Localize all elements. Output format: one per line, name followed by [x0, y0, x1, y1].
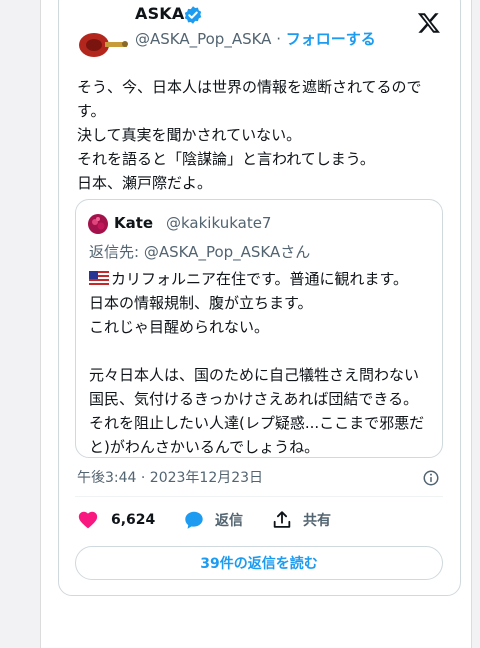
heart-icon — [78, 511, 98, 529]
quoted-tweet[interactable]: Kate @kakikukate7 返信先: @ASKA_Pop_ASKAさん … — [75, 199, 443, 458]
quote-line: 日本の情報規制、腹が立ちます。 — [89, 294, 313, 312]
quote-line — [89, 339, 439, 363]
quote-author-handle: @kakikukate7 — [166, 214, 272, 232]
read-replies-button[interactable]: 39件の返信を読む — [75, 546, 443, 580]
quote-author-name: Kate — [114, 214, 154, 232]
separator: · — [271, 30, 286, 48]
tweet-text-line: そう、今、日本人は世界の情報を遮断されてるので — [77, 78, 422, 96]
quote-line: と)がわんさかいるんでしょうね。 — [89, 438, 320, 456]
tweet-text-line: それを語ると「陰謀論」と言われてしまう。 — [77, 150, 375, 168]
author-handle-row: @ASKA_Pop_ASKA · フォローする — [135, 28, 376, 49]
tweet-text-line: 日本、瀬戸際だよ。 — [77, 174, 213, 192]
tweet-text: そう、今、日本人は世界の情報を遮断されてるので す。 決して真実を聞かされていな… — [77, 75, 449, 195]
quote-body: カリフォルニア在住です。普通に観れます。 日本の情報規制、腹が立ちます。 これじ… — [89, 267, 439, 459]
quote-line: 元々日本人は、国のために自己犠牲さえ問わない — [89, 366, 420, 384]
like-button[interactable]: 6,624 — [77, 509, 155, 531]
quote-line: それを阻止したい人達(レプ疑惑...ここまで邪悪だ — [89, 414, 425, 432]
share-label: 共有 — [303, 513, 331, 529]
share-upload-icon — [273, 511, 291, 528]
like-count: 6,624 — [111, 512, 156, 528]
us-flag-icon — [89, 271, 109, 285]
embedded-tweet-card: ASKA @ASKA_Pop_ASKA · フォローする そう、今、日本人は世界… — [58, 0, 461, 596]
tweet-timestamp[interactable]: 午後3:44 · 2023年12月23日 — [77, 467, 263, 487]
reply-label: 返信 — [215, 513, 243, 529]
quote-reply-to: 返信先: @ASKA_Pop_ASKAさん — [89, 243, 311, 261]
author-name[interactable]: ASKA — [135, 4, 185, 23]
info-icon[interactable] — [422, 469, 440, 487]
verified-badge-icon — [184, 6, 202, 24]
action-bar: 6,624 返信 共有 — [75, 509, 445, 535]
divider — [75, 496, 443, 497]
quote-line: これじゃ目醒められない。 — [89, 318, 270, 336]
quote-line: 国民、気付けるきっかけさえあれば団結できる。 — [89, 390, 419, 408]
reply-button[interactable]: 返信 — [183, 509, 243, 531]
tweet-text-line: 決して真実を聞かされていない。 — [77, 126, 302, 144]
quote-author-avatar — [88, 214, 108, 234]
author-handle[interactable]: @ASKA_Pop_ASKA — [135, 30, 271, 48]
quote-line: カリフォルニア在住です。普通に観れます。 — [89, 267, 439, 291]
share-button[interactable]: 共有 — [271, 509, 331, 531]
x-logo-icon[interactable] — [417, 11, 441, 35]
follow-button[interactable]: フォローする — [286, 30, 376, 48]
tweet-text-line: す。 — [77, 102, 106, 120]
quote-line-text: カリフォルニア在住です。普通に観れます。 — [111, 270, 409, 288]
author-avatar[interactable] — [75, 15, 129, 69]
speech-bubble-icon — [185, 511, 203, 529]
